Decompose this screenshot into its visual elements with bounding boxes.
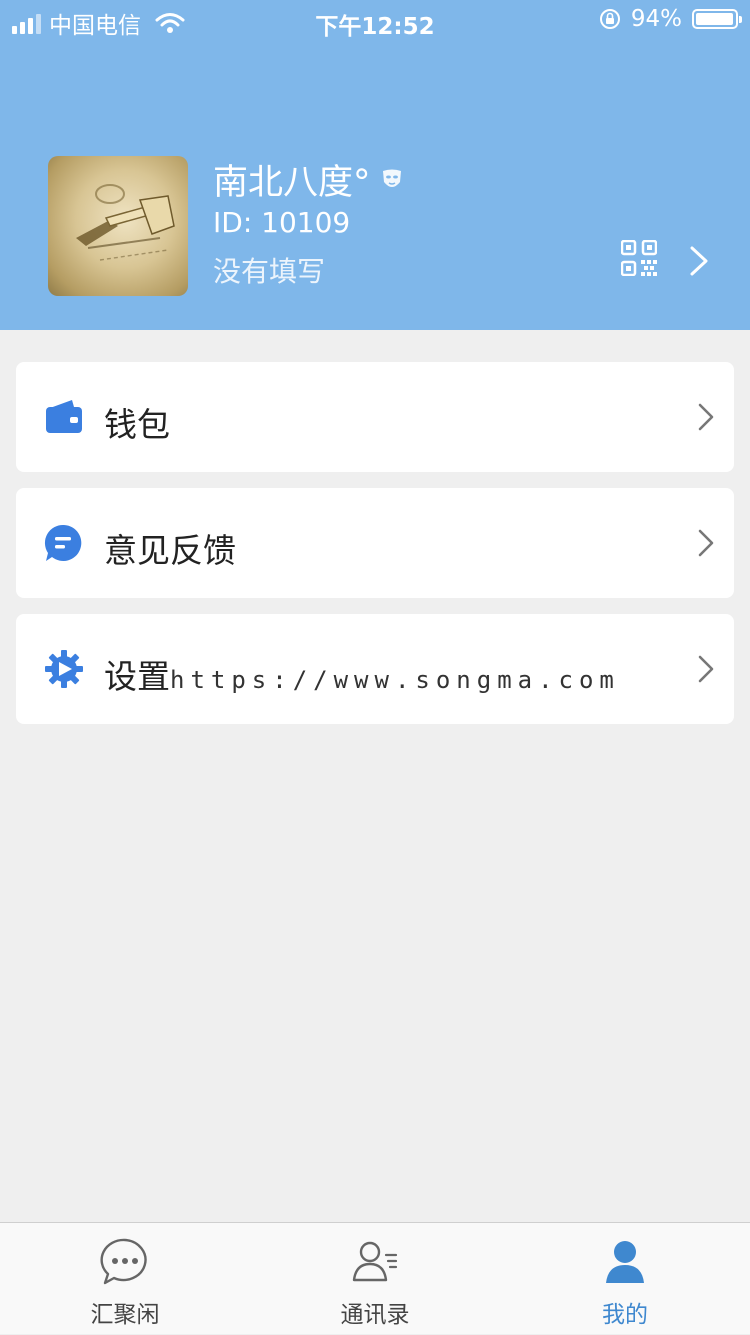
profile-name: 南北八度° — [213, 163, 371, 203]
watermark-text: https://www.songma.com — [170, 666, 620, 694]
tab-chat[interactable]: 汇聚闲 — [0, 1223, 250, 1335]
status-bar: 中国电信 下午12:52 94% — [0, 0, 750, 42]
profile-chevron-right-icon[interactable] — [688, 245, 710, 277]
person-icon — [606, 1241, 644, 1283]
menu-item-label: 钱包 — [104, 405, 170, 444]
mask-badge-icon — [382, 169, 401, 187]
settings-gear-icon — [45, 650, 83, 688]
tab-bar: 汇聚闲 通讯录 我的 — [0, 1222, 750, 1334]
profile-description: 没有填写 — [213, 255, 326, 288]
tab-label: 我的 — [602, 1302, 648, 1328]
menu-item-label: 意见反馈 — [104, 531, 236, 570]
chat-bubble-icon — [100, 1238, 147, 1285]
menu-item-label-row: 设置https://www.songma.com — [104, 650, 620, 698]
qr-code-icon[interactable] — [621, 240, 657, 276]
menu-item-wallet[interactable]: 钱包 — [16, 362, 734, 472]
tab-label: 通讯录 — [340, 1302, 410, 1328]
tab-me[interactable]: 我的 — [500, 1223, 750, 1335]
battery-percent: 94% — [630, 6, 682, 32]
chevron-right-icon — [698, 655, 714, 683]
chevron-right-icon — [698, 403, 714, 431]
profile-id: ID: 10109 — [213, 206, 351, 239]
chevron-right-icon — [698, 529, 714, 557]
avatar[interactable] — [48, 156, 188, 296]
feedback-icon — [44, 524, 82, 561]
profile-header: 中国电信 下午12:52 94% 南北八度° ID: 10109 没有填写 — [0, 0, 750, 330]
wallet-icon — [46, 400, 82, 433]
tab-label: 汇聚闲 — [90, 1302, 160, 1328]
contacts-icon — [352, 1241, 398, 1282]
menu-item-feedback[interactable]: 意见反馈 — [16, 488, 734, 598]
tab-contacts[interactable]: 通讯录 — [250, 1223, 500, 1335]
orientation-lock-icon — [599, 9, 620, 29]
menu-item-label: 设置 — [104, 657, 170, 696]
menu-item-settings[interactable]: 设置https://www.songma.com — [16, 614, 734, 724]
battery-icon — [692, 9, 742, 29]
profile-name-row: 南北八度° — [213, 154, 403, 205]
